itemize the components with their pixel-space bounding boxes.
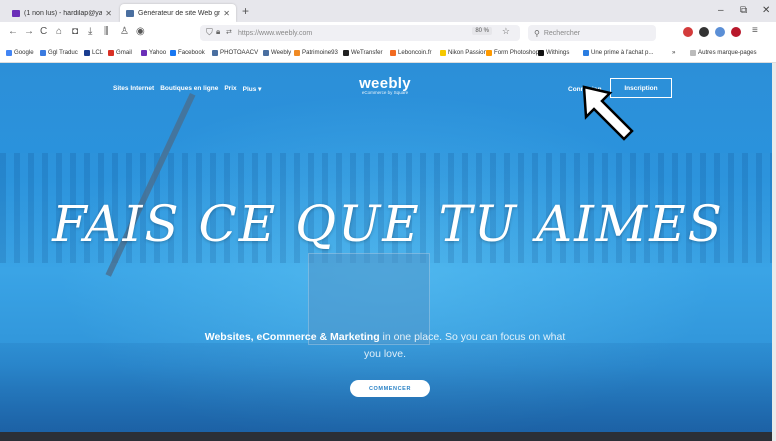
- search-box[interactable]: ⚲ Rechercher: [528, 25, 656, 41]
- bookmark-weebly[interactable]: Weebly: [263, 49, 291, 56]
- bookmark-photoaacv[interactable]: PHOTOAACV: [212, 49, 258, 56]
- bookmark-wetransfer[interactable]: WeTransfer: [343, 49, 383, 56]
- zoom-level[interactable]: 80 %: [472, 27, 492, 35]
- bookmark-star-icon[interactable]: ☆: [502, 26, 510, 37]
- photoshop-icon: [486, 49, 492, 56]
- bookmark-lcl[interactable]: LCL: [84, 49, 103, 56]
- wetransfer-icon: [343, 49, 349, 56]
- nav-sites-internet[interactable]: Sites Internet: [113, 85, 154, 93]
- nav-boutiques-en-ligne[interactable]: Boutiques en ligne: [160, 85, 218, 93]
- weebly-hero: Sites Internet Boutiques en ligne Prix P…: [0, 63, 772, 441]
- tab-title: Générateur de site Web gratuit: [138, 9, 221, 17]
- close-window-button[interactable]: ✕: [762, 5, 770, 16]
- google-icon: [6, 49, 12, 56]
- yahoo-mail-icon: [12, 9, 20, 17]
- bookmark-ggl-traduc[interactable]: Ggl Traduc: [40, 49, 78, 56]
- weebly-icon: [263, 49, 269, 56]
- bookmark-gmail[interactable]: Gmail: [108, 49, 132, 56]
- translate-icon: [40, 49, 46, 56]
- extension-blue-icon[interactable]: [715, 27, 725, 37]
- folder-icon: [690, 49, 696, 56]
- permissions-icon[interactable]: ⇄: [226, 28, 232, 36]
- minimize-button[interactable]: –: [718, 5, 724, 16]
- tagline-rest: in one place. So you can focus on what y…: [363, 331, 566, 360]
- nikon-icon: [440, 49, 446, 56]
- bookmark-google[interactable]: Google: [6, 49, 34, 56]
- pocket-icon[interactable]: ◘: [72, 26, 78, 37]
- back-button[interactable]: ←: [8, 26, 18, 37]
- get-started-button[interactable]: COMMENCER: [350, 380, 430, 397]
- lcl-icon: [84, 49, 90, 56]
- bookmark-nikon-passion[interactable]: Nikon Passion: [440, 49, 487, 56]
- nav-plus[interactable]: Plus ▾: [243, 85, 262, 93]
- shield-icon[interactable]: ⛉: [206, 27, 213, 38]
- bookmark-yahoo[interactable]: Yahoo: [141, 49, 166, 56]
- bookmark-form-photoshop[interactable]: Form Photoshop: [486, 49, 539, 56]
- tab-strip: (1 non lus) - hardilap@yahoo.fr ✕ Généra…: [0, 0, 776, 22]
- bookmarks-bar: Google Ggl Traduc LCL Gmail Yahoo Facebo…: [0, 44, 776, 63]
- search-icon: ⚲: [534, 28, 540, 38]
- screenshot-icon[interactable]: ◉: [136, 26, 145, 37]
- gmail-icon: [108, 49, 114, 56]
- forward-button[interactable]: →: [24, 26, 34, 37]
- patrimoine-icon: [294, 49, 300, 56]
- new-tab-button[interactable]: +: [242, 4, 249, 18]
- menu-icon[interactable]: ≡: [752, 25, 758, 36]
- bookmark-leboncoin[interactable]: Leboncoin.fr: [390, 49, 432, 56]
- logo-sub: eCommerce by Square: [361, 90, 409, 95]
- library-icon[interactable]: ⫼: [104, 26, 109, 37]
- withings-icon: [538, 49, 544, 56]
- yahoo-icon: [141, 49, 147, 56]
- restore-button[interactable]: ⧉: [740, 5, 747, 16]
- address-bar[interactable]: ⛉ 🔒︎ ⇄ https://www.weebly.com 80 % ☆: [200, 25, 520, 41]
- close-tab-icon[interactable]: ✕: [105, 9, 112, 18]
- ublock-icon[interactable]: [683, 27, 693, 37]
- site-nav: Sites Internet Boutiques en ligne Prix P…: [113, 85, 261, 93]
- bookmark-facebook[interactable]: Facebook: [170, 49, 205, 56]
- close-tab-icon[interactable]: ✕: [223, 9, 230, 18]
- bookmark-withings[interactable]: Withings: [538, 49, 569, 56]
- prime-icon: [583, 49, 589, 56]
- photoaacv-icon: [212, 49, 218, 56]
- tab-weebly[interactable]: Générateur de site Web gratuit ✕: [120, 4, 236, 22]
- bookmark-other[interactable]: Autres marque-pages: [690, 49, 757, 56]
- extension-red-shield-icon[interactable]: [731, 27, 741, 37]
- account-icon[interactable]: ♙: [120, 26, 129, 37]
- extension-dark-icon[interactable]: [699, 27, 709, 37]
- tab-title: (1 non lus) - hardilap@yahoo.fr: [24, 9, 103, 17]
- navigation-toolbar: ← → C ⌂ ◘ ⤓ ⫼ ♙ ◉ ⛉ 🔒︎ ⇄ https://www.wee…: [0, 22, 776, 44]
- hero-tagline: Websites, eCommerce & Marketing in one p…: [200, 329, 570, 363]
- downloads-icon[interactable]: ⤓: [88, 26, 92, 37]
- page-bottom-strip: [0, 432, 772, 441]
- hero-headline: FAIS CE QUE TU AIMES: [52, 195, 724, 253]
- tab-yahoo-mail[interactable]: (1 non lus) - hardilap@yahoo.fr ✕: [6, 4, 118, 22]
- browser-window: (1 non lus) - hardilap@yahoo.fr ✕ Généra…: [0, 0, 776, 441]
- bookmark-prime-achat[interactable]: Une prime à l'achat p...: [583, 49, 653, 56]
- page-scrollbar[interactable]: [772, 63, 776, 441]
- bookmark-patrimoine93[interactable]: Patrimoine93: [294, 49, 338, 56]
- reload-button[interactable]: C: [40, 26, 47, 37]
- tagline-bold: Websites, eCommerce & Marketing: [204, 331, 380, 343]
- pointer-arrow-annotation: [582, 85, 634, 141]
- bookmarks-overflow-button[interactable]: »: [672, 49, 675, 56]
- nav-prix[interactable]: Prix: [224, 85, 236, 93]
- lock-icon[interactable]: 🔒︎: [216, 27, 220, 37]
- weebly-logo[interactable]: weebly eCommerce by Square: [350, 75, 420, 95]
- url-text[interactable]: https://www.weebly.com: [238, 30, 312, 37]
- leboncoin-icon: [390, 49, 396, 56]
- home-button[interactable]: ⌂: [56, 26, 62, 37]
- facebook-icon: [170, 49, 176, 56]
- weebly-favicon-icon: [126, 9, 134, 17]
- search-placeholder: Rechercher: [543, 29, 581, 37]
